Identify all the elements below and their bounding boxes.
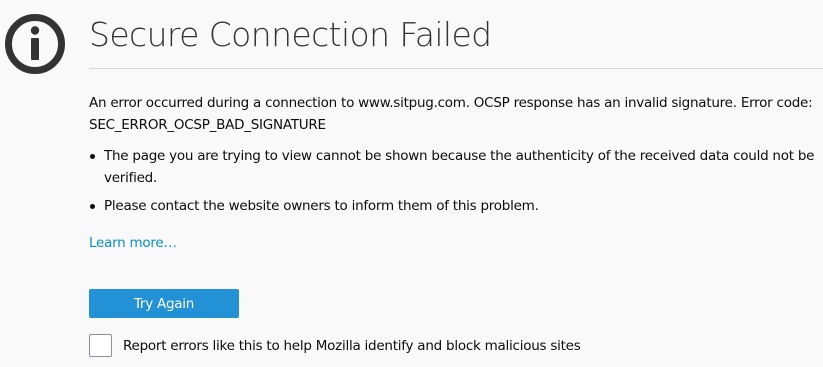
error-bullet-text: Please contact the website owners to inf… — [104, 198, 539, 214]
error-short-description: An error occurred during a connection to… — [89, 95, 813, 133]
bullet-dot-icon — [90, 154, 95, 159]
bullet-dot-icon — [90, 204, 95, 209]
try-again-button[interactable]: Try Again — [89, 289, 239, 318]
learn-more-link[interactable]: Learn more… — [89, 232, 177, 254]
error-content: An error occurred during a connection to… — [89, 92, 823, 223]
report-errors-label[interactable]: Report errors like this to help Mozilla … — [123, 335, 581, 357]
error-bullet-text: The page you are trying to view cannot b… — [104, 148, 815, 186]
error-bullet-item: Please contact the website owners to inf… — [89, 195, 823, 217]
page-title: Secure Connection Failed — [89, 15, 492, 54]
info-circle-icon — [5, 14, 65, 74]
report-errors-row: Report errors like this to help Mozilla … — [89, 334, 581, 357]
title-divider — [89, 68, 823, 69]
error-long-description: The page you are trying to view cannot b… — [89, 145, 823, 217]
report-errors-checkbox[interactable] — [89, 334, 112, 357]
error-bullet-item: The page you are trying to view cannot b… — [89, 145, 823, 189]
